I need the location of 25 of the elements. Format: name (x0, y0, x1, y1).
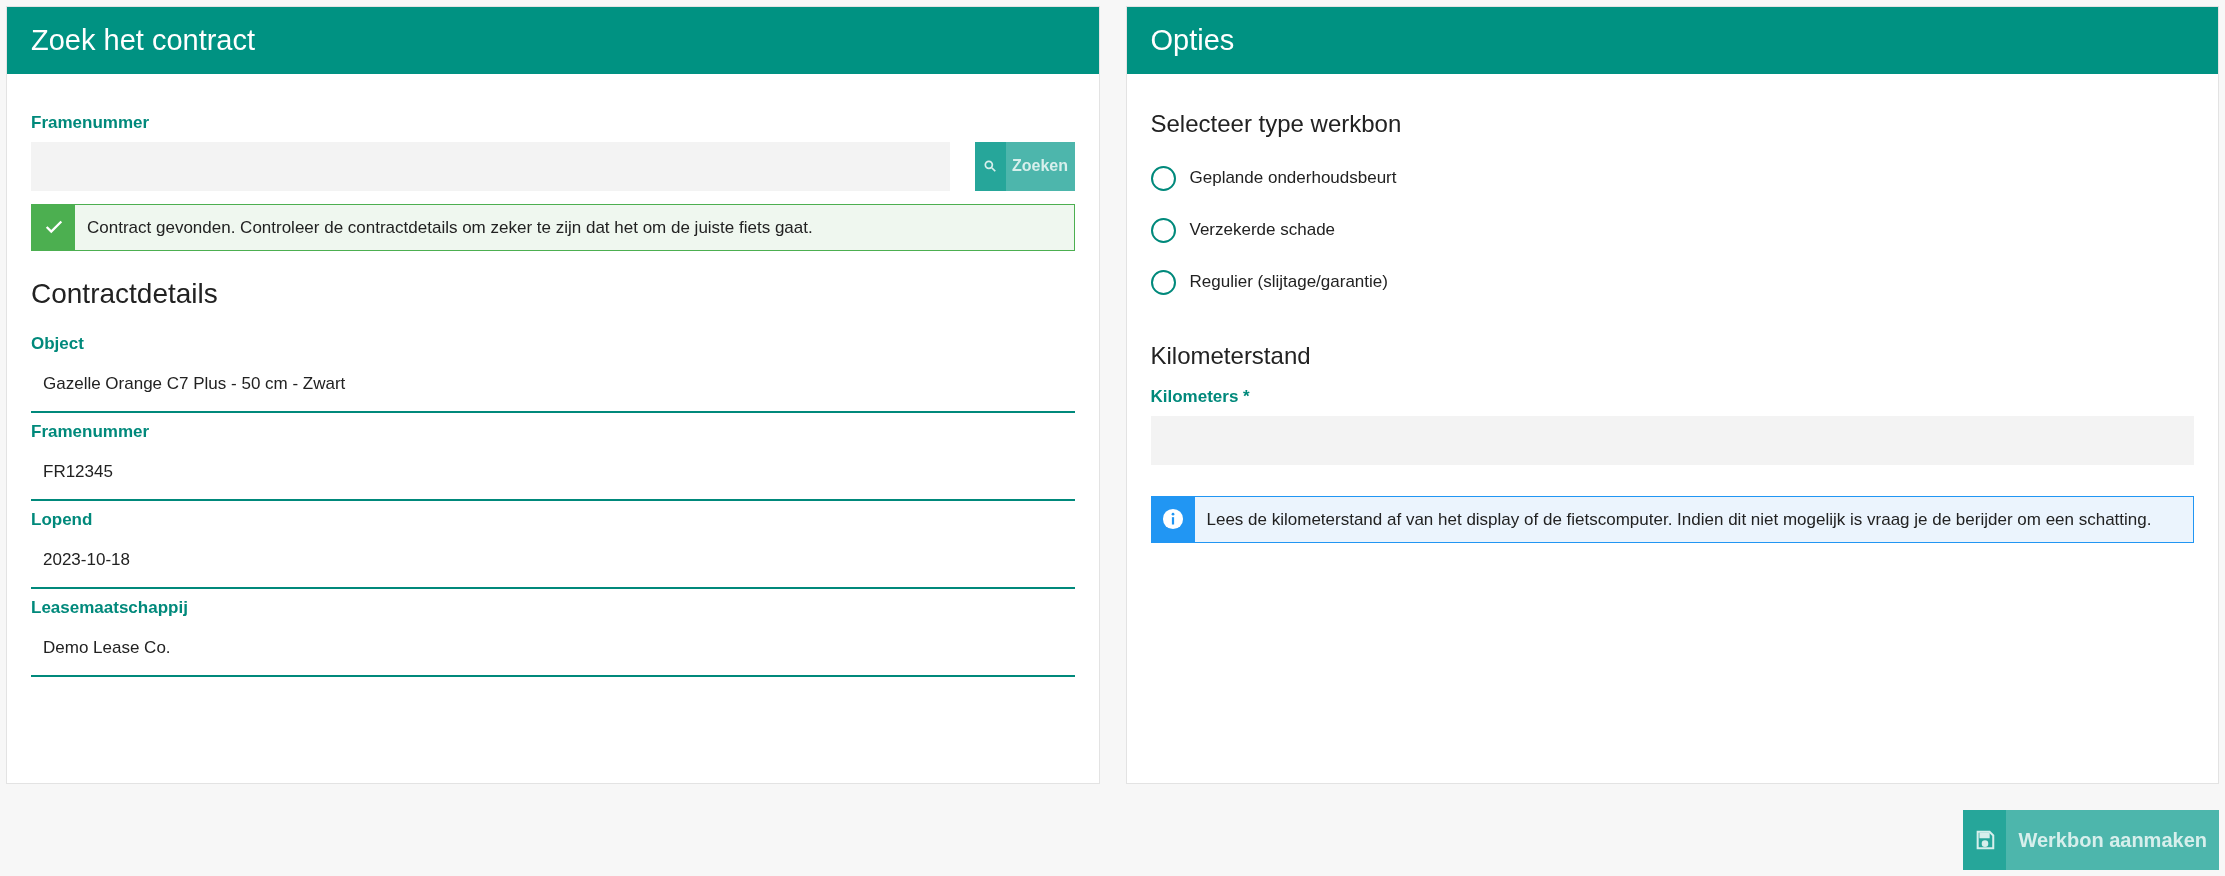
field-label: Leasemaatschappij (31, 596, 189, 619)
radio-option[interactable]: Geplande onderhoudsbeurt (1150, 152, 2194, 204)
radio-option[interactable]: Regulier (slijtage/garantie) (1150, 256, 2194, 308)
field-label: Kilometers * (1150, 386, 1251, 408)
radio-button[interactable] (1150, 217, 1176, 243)
section-heading: Selecteer type werkbon (1150, 109, 1403, 139)
info-icon (1162, 508, 1184, 530)
panel-title: Zoek het contract (31, 22, 256, 58)
panel-title: Opties (1150, 22, 1235, 58)
radio-option[interactable]: Verzekerde schade (1150, 204, 2194, 256)
readonly-field: Gazelle Orange C7 Plus - 50 cm - Zwart (31, 356, 1075, 413)
field-label: Framenummer (31, 112, 151, 134)
field-label: Object (31, 332, 85, 355)
readonly-field: 2023-10-18 (31, 532, 1075, 589)
field-label: Framenummer (31, 420, 151, 443)
field-label: Lopend (31, 508, 94, 531)
readonly-field: FR12345 (31, 444, 1075, 501)
alert-message: Lees de kilometerstand af van het display of de fietscomputer. Indien dit niet mogelijk is vraag je de berijder om een schatting. (1205, 508, 2153, 531)
alert-message: Contract gevonden. Controleer de contractdetails om zeker te zijn dat het om de juiste fiets gaat. (86, 216, 814, 239)
section-heading: Kilometerstand (1150, 341, 1312, 371)
readonly-field: Demo Lease Co. (31, 620, 1075, 677)
radio-button[interactable] (1150, 165, 1176, 191)
section-heading: Contractdetails (31, 276, 219, 311)
radio-button[interactable] (1150, 269, 1176, 295)
search-icon (983, 159, 997, 173)
